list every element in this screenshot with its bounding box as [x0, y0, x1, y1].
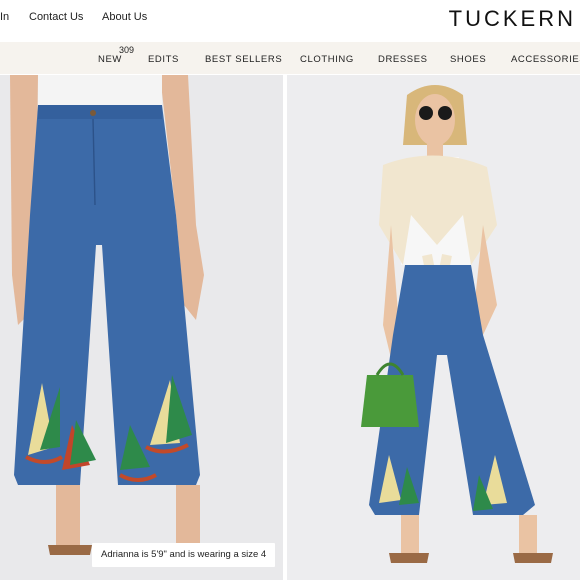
nav-item-accessories[interactable]: ACCESSORIES: [511, 54, 580, 65]
pants-closeup-image: [0, 75, 283, 580]
nav-item-dresses[interactable]: DRESSES: [378, 54, 428, 65]
main-nav: 309 NEW EDITS BEST SELLERS CLOTHING DRES…: [0, 42, 580, 74]
model-full-image: [287, 75, 580, 580]
nav-item-clothing[interactable]: CLOTHING: [300, 54, 354, 65]
model-size-caption: Adrianna is 5'9" and is wearing a size 4: [92, 543, 276, 567]
product-photo-model[interactable]: [287, 75, 580, 580]
nav-item-best-sellers[interactable]: BEST SELLERS: [205, 54, 282, 65]
contact-us-link[interactable]: Contact Us: [29, 11, 83, 23]
sign-in-link[interactable]: In: [0, 11, 9, 23]
brand-logo[interactable]: TUCKERN: [449, 6, 576, 32]
about-us-link[interactable]: About Us: [102, 11, 147, 23]
nav-item-edits[interactable]: EDITS: [148, 54, 179, 65]
nav-item-shoes[interactable]: SHOES: [450, 54, 486, 65]
product-photo-closeup[interactable]: Adrianna is 5'9" and is wearing a size 4: [0, 75, 283, 580]
top-utility-bar: In Contact Us About Us TUCKERN: [0, 0, 580, 42]
nav-item-new[interactable]: NEW: [98, 54, 122, 65]
